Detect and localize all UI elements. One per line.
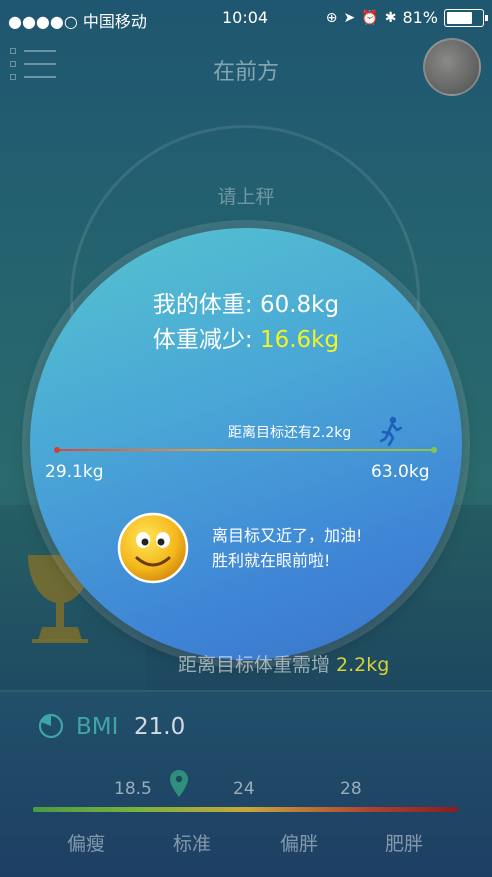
my-weight-line: 我的体重: 60.8kg bbox=[0, 285, 492, 319]
bmi-category-overweight: 偏胖 bbox=[280, 833, 319, 855]
pie-chart-icon bbox=[38, 713, 64, 739]
bluetooth-icon: ✱ bbox=[384, 9, 397, 26]
bmi-tick-underweight: 18.5 bbox=[114, 779, 152, 799]
weight-reduced-line: 体重减少: 16.6kg bbox=[0, 320, 492, 354]
encouragement-line-2: 胜利就在眼前啦! bbox=[212, 551, 331, 570]
status-icons: ⊕ ➤ ⏰ ✱ 81% bbox=[325, 8, 488, 27]
bmi-tick-normal: 24 bbox=[233, 779, 255, 799]
page-title: 在前方 bbox=[212, 60, 279, 85]
smiley-icon bbox=[117, 512, 189, 584]
start-dot bbox=[54, 447, 60, 453]
battery-icon bbox=[444, 8, 488, 27]
status-bar: ●●●●○ 中国移动 10:04 ⊕ ➤ ⏰ ✱ 81% bbox=[0, 0, 492, 36]
goal-need-label: 距离目标体重需增 bbox=[178, 654, 337, 676]
goal-remaining-text: 距离目标还有2.2kg bbox=[228, 425, 352, 441]
location-icon: ➤ bbox=[343, 9, 356, 26]
section-divider bbox=[0, 690, 492, 692]
clock-time: 10:04 bbox=[222, 8, 269, 27]
weight-reduced-value: 16.6kg bbox=[259, 327, 340, 353]
user-avatar[interactable] bbox=[423, 38, 481, 96]
bmi-position-pin-icon bbox=[170, 770, 188, 797]
bmi-category-underweight: 偏瘦 bbox=[67, 833, 106, 855]
alarm-icon: ⏰ bbox=[361, 9, 379, 26]
battery-percent: 81% bbox=[402, 8, 438, 27]
bmi-category-normal: 标准 bbox=[173, 833, 212, 855]
bmi-label: BMI bbox=[76, 714, 119, 740]
runner-icon bbox=[380, 416, 402, 446]
bmi-category-obese: 肥胖 bbox=[385, 833, 424, 855]
bmi-scale-bar bbox=[33, 807, 458, 812]
my-weight-value: 60.8kg bbox=[259, 292, 340, 318]
lock-rotation-icon: ⊕ bbox=[325, 9, 338, 26]
start-weight: 29.1kg bbox=[45, 462, 104, 482]
encouragement-line-1: 离目标又近了，加油! bbox=[212, 526, 363, 545]
end-dot bbox=[431, 447, 437, 453]
weight-reduced-label: 体重减少: bbox=[152, 327, 260, 353]
my-weight-label: 我的体重: bbox=[152, 292, 260, 318]
goal-progress-line bbox=[54, 447, 437, 453]
bmi-tick-overweight: 28 bbox=[340, 779, 362, 799]
goal-weight-needed: 距离目标体重需增 2.2kg bbox=[178, 650, 389, 677]
encouragement-message: 离目标又近了，加油! 胜利就在眼前啦! bbox=[212, 523, 362, 573]
goal-need-value: 2.2kg bbox=[336, 654, 390, 676]
target-weight: 63.0kg bbox=[371, 462, 430, 482]
weigh-prompt: 请上秤 bbox=[217, 186, 275, 208]
carrier-text: ●●●●○ 中国移动 bbox=[8, 12, 147, 31]
bmi-value: 21.0 bbox=[134, 714, 186, 740]
